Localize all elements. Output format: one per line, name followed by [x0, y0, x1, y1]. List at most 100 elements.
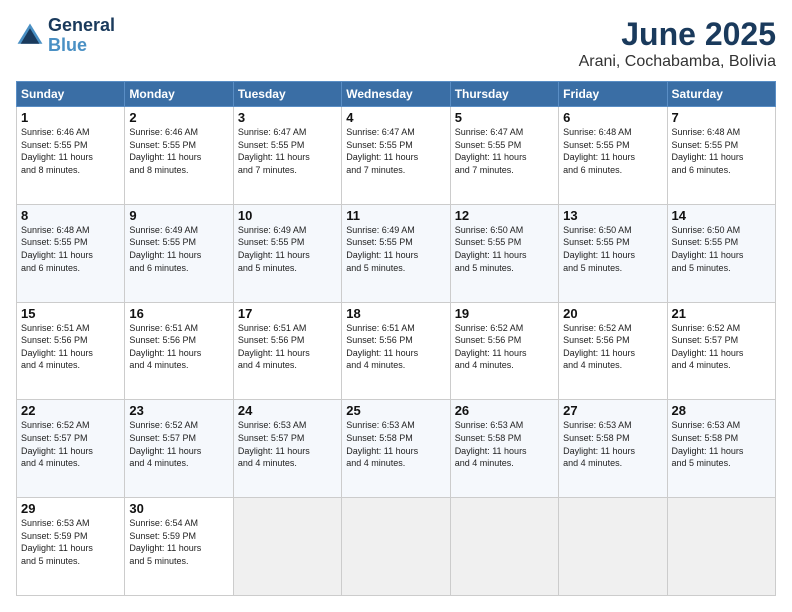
table-row: 16Sunrise: 6:51 AMSunset: 5:56 PMDayligh…	[125, 302, 233, 400]
day-info: Sunrise: 6:52 AMSunset: 5:57 PMDaylight:…	[129, 419, 228, 469]
table-row: 6Sunrise: 6:48 AMSunset: 5:55 PMDaylight…	[559, 107, 667, 205]
day-info: Sunrise: 6:51 AMSunset: 5:56 PMDaylight:…	[129, 322, 228, 372]
table-row	[667, 498, 775, 596]
day-number: 24	[238, 403, 337, 418]
header-sunday: Sunday	[17, 82, 125, 107]
table-row	[559, 498, 667, 596]
day-number: 25	[346, 403, 445, 418]
day-info: Sunrise: 6:48 AMSunset: 5:55 PMDaylight:…	[21, 224, 120, 274]
header-monday: Monday	[125, 82, 233, 107]
table-row: 11Sunrise: 6:49 AMSunset: 5:55 PMDayligh…	[342, 204, 450, 302]
day-number: 20	[563, 306, 662, 321]
day-number: 16	[129, 306, 228, 321]
table-row: 5Sunrise: 6:47 AMSunset: 5:55 PMDaylight…	[450, 107, 558, 205]
day-number: 18	[346, 306, 445, 321]
day-info: Sunrise: 6:53 AMSunset: 5:59 PMDaylight:…	[21, 517, 120, 567]
day-number: 17	[238, 306, 337, 321]
table-row	[450, 498, 558, 596]
table-row: 10Sunrise: 6:49 AMSunset: 5:55 PMDayligh…	[233, 204, 341, 302]
day-number: 23	[129, 403, 228, 418]
day-number: 10	[238, 208, 337, 223]
day-info: Sunrise: 6:49 AMSunset: 5:55 PMDaylight:…	[346, 224, 445, 274]
day-info: Sunrise: 6:49 AMSunset: 5:55 PMDaylight:…	[129, 224, 228, 274]
table-row: 28Sunrise: 6:53 AMSunset: 5:58 PMDayligh…	[667, 400, 775, 498]
day-info: Sunrise: 6:53 AMSunset: 5:58 PMDaylight:…	[455, 419, 554, 469]
day-number: 2	[129, 110, 228, 125]
day-number: 6	[563, 110, 662, 125]
day-number: 5	[455, 110, 554, 125]
day-info: Sunrise: 6:53 AMSunset: 5:58 PMDaylight:…	[563, 419, 662, 469]
table-row	[233, 498, 341, 596]
day-number: 26	[455, 403, 554, 418]
day-info: Sunrise: 6:51 AMSunset: 5:56 PMDaylight:…	[238, 322, 337, 372]
header-tuesday: Tuesday	[233, 82, 341, 107]
day-number: 21	[672, 306, 771, 321]
day-number: 19	[455, 306, 554, 321]
day-info: Sunrise: 6:47 AMSunset: 5:55 PMDaylight:…	[346, 126, 445, 176]
table-row: 17Sunrise: 6:51 AMSunset: 5:56 PMDayligh…	[233, 302, 341, 400]
table-row: 8Sunrise: 6:48 AMSunset: 5:55 PMDaylight…	[17, 204, 125, 302]
table-row: 14Sunrise: 6:50 AMSunset: 5:55 PMDayligh…	[667, 204, 775, 302]
day-number: 30	[129, 501, 228, 516]
day-info: Sunrise: 6:54 AMSunset: 5:59 PMDaylight:…	[129, 517, 228, 567]
day-info: Sunrise: 6:47 AMSunset: 5:55 PMDaylight:…	[455, 126, 554, 176]
day-number: 8	[21, 208, 120, 223]
table-row: 13Sunrise: 6:50 AMSunset: 5:55 PMDayligh…	[559, 204, 667, 302]
day-number: 4	[346, 110, 445, 125]
day-info: Sunrise: 6:53 AMSunset: 5:58 PMDaylight:…	[672, 419, 771, 469]
day-number: 12	[455, 208, 554, 223]
day-info: Sunrise: 6:48 AMSunset: 5:55 PMDaylight:…	[672, 126, 771, 176]
table-row: 9Sunrise: 6:49 AMSunset: 5:55 PMDaylight…	[125, 204, 233, 302]
day-number: 28	[672, 403, 771, 418]
table-row: 24Sunrise: 6:53 AMSunset: 5:57 PMDayligh…	[233, 400, 341, 498]
day-info: Sunrise: 6:51 AMSunset: 5:56 PMDaylight:…	[346, 322, 445, 372]
day-info: Sunrise: 6:50 AMSunset: 5:55 PMDaylight:…	[563, 224, 662, 274]
header: General Blue June 2025 Arani, Cochabamba…	[16, 16, 776, 71]
calendar-subtitle: Arani, Cochabamba, Bolivia	[579, 53, 776, 71]
table-row: 2Sunrise: 6:46 AMSunset: 5:55 PMDaylight…	[125, 107, 233, 205]
table-row: 7Sunrise: 6:48 AMSunset: 5:55 PMDaylight…	[667, 107, 775, 205]
table-row: 3Sunrise: 6:47 AMSunset: 5:55 PMDaylight…	[233, 107, 341, 205]
day-info: Sunrise: 6:47 AMSunset: 5:55 PMDaylight:…	[238, 126, 337, 176]
day-number: 1	[21, 110, 120, 125]
day-info: Sunrise: 6:51 AMSunset: 5:56 PMDaylight:…	[21, 322, 120, 372]
table-row: 27Sunrise: 6:53 AMSunset: 5:58 PMDayligh…	[559, 400, 667, 498]
day-number: 9	[129, 208, 228, 223]
table-row: 23Sunrise: 6:52 AMSunset: 5:57 PMDayligh…	[125, 400, 233, 498]
table-row	[342, 498, 450, 596]
table-row: 20Sunrise: 6:52 AMSunset: 5:56 PMDayligh…	[559, 302, 667, 400]
header-thursday: Thursday	[450, 82, 558, 107]
table-row: 21Sunrise: 6:52 AMSunset: 5:57 PMDayligh…	[667, 302, 775, 400]
day-info: Sunrise: 6:52 AMSunset: 5:56 PMDaylight:…	[455, 322, 554, 372]
table-row: 12Sunrise: 6:50 AMSunset: 5:55 PMDayligh…	[450, 204, 558, 302]
logo-text: General Blue	[48, 16, 115, 56]
logo-icon	[16, 22, 44, 50]
day-info: Sunrise: 6:50 AMSunset: 5:55 PMDaylight:…	[672, 224, 771, 274]
day-number: 3	[238, 110, 337, 125]
calendar-table: Sunday Monday Tuesday Wednesday Thursday…	[16, 81, 776, 596]
day-number: 13	[563, 208, 662, 223]
header-friday: Friday	[559, 82, 667, 107]
table-row: 15Sunrise: 6:51 AMSunset: 5:56 PMDayligh…	[17, 302, 125, 400]
day-number: 14	[672, 208, 771, 223]
table-row: 1Sunrise: 6:46 AMSunset: 5:55 PMDaylight…	[17, 107, 125, 205]
calendar-title: June 2025	[579, 16, 776, 53]
header-wednesday: Wednesday	[342, 82, 450, 107]
day-info: Sunrise: 6:50 AMSunset: 5:55 PMDaylight:…	[455, 224, 554, 274]
day-info: Sunrise: 6:46 AMSunset: 5:55 PMDaylight:…	[129, 126, 228, 176]
day-number: 29	[21, 501, 120, 516]
day-number: 7	[672, 110, 771, 125]
table-row: 26Sunrise: 6:53 AMSunset: 5:58 PMDayligh…	[450, 400, 558, 498]
day-info: Sunrise: 6:52 AMSunset: 5:57 PMDaylight:…	[21, 419, 120, 469]
day-info: Sunrise: 6:53 AMSunset: 5:58 PMDaylight:…	[346, 419, 445, 469]
day-info: Sunrise: 6:46 AMSunset: 5:55 PMDaylight:…	[21, 126, 120, 176]
page: General Blue June 2025 Arani, Cochabamba…	[0, 0, 792, 612]
title-block: June 2025 Arani, Cochabamba, Bolivia	[579, 16, 776, 71]
day-info: Sunrise: 6:52 AMSunset: 5:57 PMDaylight:…	[672, 322, 771, 372]
table-row: 25Sunrise: 6:53 AMSunset: 5:58 PMDayligh…	[342, 400, 450, 498]
table-row: 4Sunrise: 6:47 AMSunset: 5:55 PMDaylight…	[342, 107, 450, 205]
table-row: 19Sunrise: 6:52 AMSunset: 5:56 PMDayligh…	[450, 302, 558, 400]
logo-general: General	[48, 16, 115, 36]
table-row: 29Sunrise: 6:53 AMSunset: 5:59 PMDayligh…	[17, 498, 125, 596]
day-number: 27	[563, 403, 662, 418]
